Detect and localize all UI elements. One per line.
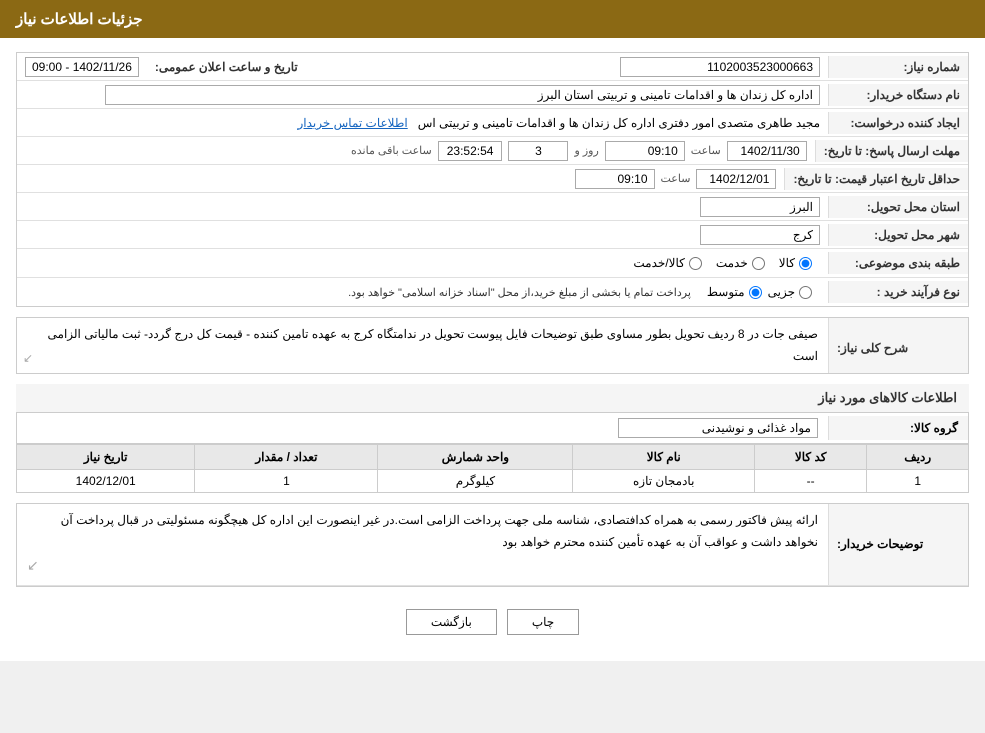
- announce-label: تاریخ و ساعت اعلان عمومی:: [147, 57, 306, 77]
- send-days-input: 3: [508, 141, 568, 161]
- price-deadline-row: حداقل تاریخ اعتبار قیمت: تا تاریخ: 1402/…: [17, 165, 968, 193]
- city-value: کرج: [17, 222, 828, 248]
- process-radio-group: جزیی متوسط پرداخت تمام یا بخشی از مبلغ خ…: [25, 281, 820, 303]
- requester-text: مجید طاهری متصدی امور دفتری اداره کل زند…: [418, 116, 820, 130]
- send-time-label: ساعت: [691, 144, 721, 157]
- send-deadline-row: مهلت ارسال پاسخ: تا تاریخ: 1402/11/30 سا…: [17, 137, 968, 165]
- price-deadline-value: 1402/12/01 ساعت 09:10: [17, 166, 784, 192]
- price-time-label: ساعت: [661, 172, 691, 185]
- process-jozyi-option[interactable]: جزیی: [768, 285, 812, 299]
- col-name: نام کالا: [573, 445, 754, 470]
- goods-group-label: گروه کالا:: [828, 416, 968, 440]
- send-deadline-label: مهلت ارسال پاسخ: تا تاریخ:: [815, 140, 968, 162]
- province-input: البرز: [700, 197, 820, 217]
- buyer-notes-value: ارائه پیش فاکتور رسمی به همراه کدافتصادی…: [17, 504, 828, 584]
- city-input: کرج: [700, 225, 820, 245]
- send-time-input: 09:10: [605, 141, 685, 161]
- send-date-input: 1402/11/30: [727, 141, 807, 161]
- buyer-notes-label: توضیحات خریدار:: [828, 504, 968, 584]
- col-qty: تعداد / مقدار: [195, 445, 378, 470]
- col-date: تاریخ نیاز: [17, 445, 195, 470]
- need-desc-value: صیفی جات در 8 ردیف تحویل بطور مساوی طبق …: [17, 318, 828, 373]
- send-days-label: روز و: [574, 144, 598, 157]
- province-label: استان محل تحویل:: [828, 196, 968, 218]
- requester-contact-link[interactable]: اطلاعات تماس خریدار: [298, 116, 408, 130]
- goods-table-section: ردیف کد کالا نام کالا واحد شمارش تعداد /…: [16, 444, 969, 493]
- process-note: پرداخت تمام یا بخشی از مبلغ خرید،از محل …: [348, 286, 691, 299]
- price-time-input: 09:10: [575, 169, 655, 189]
- goods-group-input: مواد غذائی و نوشیدنی: [618, 418, 818, 438]
- goods-section-title: اطلاعات کالاهای مورد نیاز: [16, 384, 969, 413]
- type-row: طبقه بندی موضوعی: کالا خدمت کالا/خدمت: [17, 249, 968, 278]
- buyer-notes-section: توضیحات خریدار: ارائه پیش فاکتور رسمی به…: [16, 503, 969, 586]
- process-row: نوع فرآیند خرید : جزیی متوسط پرداخت تمام…: [17, 278, 968, 306]
- col-unit: واحد شمارش: [378, 445, 573, 470]
- buyer-notes-text: ارائه پیش فاکتور رسمی به همراه کدافتصادی…: [61, 513, 818, 549]
- need-desc-section: شرح کلی نیاز: صیفی جات در 8 ردیف تحویل ب…: [16, 317, 969, 374]
- col-row: ردیف: [867, 445, 969, 470]
- need-number-label: شماره نیاز:: [828, 56, 968, 78]
- resize-icon: ↙: [23, 348, 33, 370]
- col-code: کد کالا: [754, 445, 866, 470]
- send-deadline-inner: 1402/11/30 ساعت 09:10 روز و 3 23:52:54 س…: [25, 141, 807, 161]
- need-desc-text: صیفی جات در 8 ردیف تحویل بطور مساوی طبق …: [48, 327, 818, 363]
- announce-input: 1402/11/26 - 09:00: [25, 57, 139, 77]
- table-row: 1--بادمجان تازهکیلوگرم11402/12/01: [17, 470, 969, 493]
- type-kala-option[interactable]: کالا: [779, 256, 812, 270]
- goods-group-value: مواد غذائی و نوشیدنی: [17, 413, 828, 443]
- type-value: کالا خدمت کالا/خدمت: [17, 249, 828, 277]
- province-value: البرز: [17, 194, 828, 220]
- type-radio-group: کالا خدمت کالا/خدمت: [25, 252, 820, 274]
- send-countdown-input: 23:52:54: [438, 141, 503, 161]
- process-motavaset-option[interactable]: متوسط: [707, 285, 762, 299]
- price-deadline-inner: 1402/12/01 ساعت 09:10: [25, 169, 776, 189]
- type-khedmat-option[interactable]: خدمت: [716, 256, 765, 270]
- table-header-row: ردیف کد کالا نام کالا واحد شمارش تعداد /…: [17, 445, 969, 470]
- requester-value: مجید طاهری متصدی امور دفتری اداره کل زند…: [17, 113, 828, 133]
- page-title: جزئیات اطلاعات نیاز: [16, 11, 143, 28]
- price-deadline-label: حداقل تاریخ اعتبار قیمت: تا تاریخ:: [784, 168, 968, 190]
- type-kala-khedmat-option[interactable]: کالا/خدمت: [633, 256, 701, 270]
- send-countdown-label: ساعت باقی مانده: [351, 144, 432, 157]
- buyer-notes-row: توضیحات خریدار: ارائه پیش فاکتور رسمی به…: [17, 504, 968, 585]
- buyer-org-row: نام دستگاه خریدار: اداره کل زندان ها و ا…: [17, 81, 968, 109]
- send-deadline-value: 1402/11/30 ساعت 09:10 روز و 3 23:52:54 س…: [17, 138, 815, 164]
- type-label: طبقه بندی موضوعی:: [828, 252, 968, 274]
- back-button[interactable]: بازگشت: [406, 609, 497, 635]
- need-number-row: شماره نیاز: 1102003523000663 تاریخ و ساع…: [17, 53, 968, 81]
- requester-row: ایجاد کننده درخواست: مجید طاهری متصدی ام…: [17, 109, 968, 137]
- price-date-input: 1402/12/01: [696, 169, 776, 189]
- page-header: جزئیات اطلاعات نیاز: [0, 0, 985, 38]
- requester-label: ایجاد کننده درخواست:: [828, 112, 968, 134]
- need-number-value: 1102003523000663: [306, 54, 828, 80]
- province-row: استان محل تحویل: البرز: [17, 193, 968, 221]
- need-desc-row: شرح کلی نیاز: صیفی جات در 8 ردیف تحویل ب…: [16, 317, 969, 374]
- resize-handle-icon: ↙: [27, 553, 818, 578]
- city-row: شهر محل تحویل: کرج: [17, 221, 968, 249]
- main-info-section: شماره نیاز: 1102003523000663 تاریخ و ساع…: [16, 52, 969, 307]
- action-buttons: چاپ بازگشت: [16, 597, 969, 647]
- buyer-org-label: نام دستگاه خریدار:: [828, 84, 968, 106]
- process-value: جزیی متوسط پرداخت تمام یا بخشی از مبلغ خ…: [17, 278, 828, 306]
- city-label: شهر محل تحویل:: [828, 224, 968, 246]
- goods-table: ردیف کد کالا نام کالا واحد شمارش تعداد /…: [16, 444, 969, 493]
- buyer-org-value: اداره کل زندان ها و اقدامات تامینی و ترب…: [17, 82, 828, 108]
- need-desc-label: شرح کلی نیاز:: [828, 318, 968, 373]
- need-number-input: 1102003523000663: [620, 57, 820, 77]
- process-label: نوع فرآیند خرید :: [828, 281, 968, 303]
- announce-value: 1402/11/26 - 09:00: [17, 54, 147, 80]
- print-button[interactable]: چاپ: [507, 609, 579, 635]
- buyer-org-input: اداره کل زندان ها و اقدامات تامینی و ترب…: [105, 85, 821, 105]
- goods-group-row: گروه کالا: مواد غذائی و نوشیدنی: [16, 413, 969, 444]
